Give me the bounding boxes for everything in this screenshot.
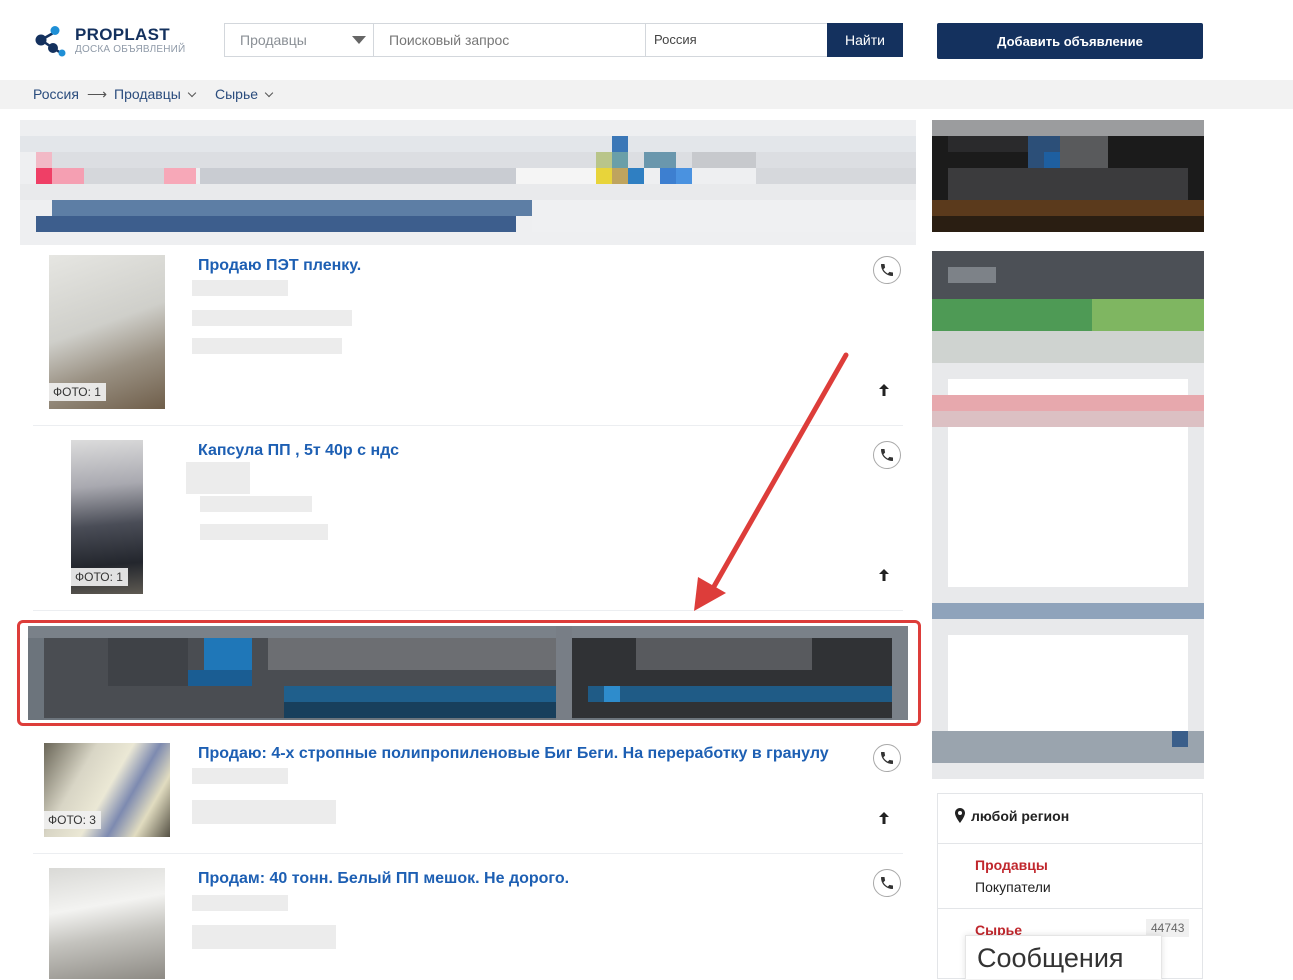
arrow-up-icon[interactable] bbox=[876, 382, 892, 398]
listing-photo[interactable] bbox=[49, 868, 165, 979]
region-filter-link[interactable]: любой регион bbox=[971, 808, 1069, 824]
listing-title-link[interactable]: Капсула ПП , 5т 40р с ндс bbox=[198, 442, 399, 460]
photo-count-badge: ФОТО: 1 bbox=[71, 568, 128, 586]
listing-photo[interactable]: ФОТО: 1 bbox=[71, 440, 143, 594]
divider bbox=[33, 853, 903, 854]
listing-title-link[interactable]: Продаю ПЭТ пленку. bbox=[198, 257, 361, 275]
breadcrumb-raw[interactable]: Сырье bbox=[215, 86, 274, 102]
breadcrumb-arrow-icon: ⟶ bbox=[87, 86, 108, 102]
arrow-up-icon[interactable] bbox=[876, 567, 892, 583]
chevron-down-icon bbox=[264, 88, 274, 98]
logo-subtitle: ДОСКА ОБЪЯВЛЕНИЙ bbox=[75, 44, 186, 55]
category-select-value: Продавцы bbox=[240, 32, 307, 48]
map-pin-icon bbox=[955, 808, 965, 828]
phone-icon[interactable] bbox=[873, 744, 901, 772]
listing-description bbox=[200, 524, 328, 540]
listing-title-link[interactable]: Продам: 40 тонн. Белый ПП мешок. Не доро… bbox=[198, 870, 569, 888]
divider bbox=[937, 908, 1203, 909]
top-banner-ad[interactable] bbox=[20, 120, 916, 245]
breadcrumb-sellers[interactable]: Продавцы bbox=[114, 86, 197, 102]
photo-count-badge: ФОТО: 1 bbox=[49, 383, 106, 401]
phone-icon[interactable] bbox=[873, 441, 901, 469]
listing-description bbox=[192, 310, 352, 326]
breadcrumb-root[interactable]: Россия bbox=[33, 86, 79, 102]
search-input[interactable] bbox=[374, 24, 646, 56]
search-bar: Продавцы Россия Найти bbox=[224, 23, 903, 57]
filter-buyers[interactable]: Покупатели bbox=[975, 879, 1051, 895]
listing-description bbox=[200, 496, 312, 512]
highlight-box bbox=[17, 620, 921, 726]
listing-photo[interactable]: ФОТО: 3 bbox=[44, 743, 170, 837]
breadcrumb-sellers-label: Продавцы bbox=[114, 86, 181, 102]
listing-description bbox=[192, 280, 288, 296]
listing-description bbox=[192, 925, 336, 949]
find-button[interactable]: Найти bbox=[827, 23, 903, 57]
breadcrumb-raw-label: Сырье bbox=[215, 86, 259, 102]
sidebar-ad-tall[interactable] bbox=[932, 251, 1204, 779]
logo-icon[interactable] bbox=[33, 22, 69, 58]
add-listing-button[interactable]: Добавить объявление bbox=[937, 23, 1203, 59]
listing-description bbox=[192, 800, 336, 824]
listing-description bbox=[186, 462, 250, 494]
listing-title-link[interactable]: Продаю: 4-х стропные полипропиленовые Би… bbox=[198, 745, 829, 763]
listing-photo[interactable]: ФОТО: 1 bbox=[49, 255, 165, 409]
messages-widget[interactable]: Сообщения bbox=[965, 935, 1162, 979]
dropdown-arrow-icon bbox=[352, 36, 366, 44]
messages-label: Сообщения bbox=[977, 943, 1124, 973]
filter-sellers[interactable]: Продавцы bbox=[975, 857, 1048, 873]
annotation-arrow-icon bbox=[694, 352, 849, 611]
listing-description bbox=[192, 895, 288, 911]
arrow-up-icon[interactable] bbox=[876, 810, 892, 826]
listing-description bbox=[192, 768, 288, 784]
chevron-down-icon bbox=[187, 88, 197, 98]
sidebar-ad-top[interactable] bbox=[932, 120, 1204, 232]
phone-icon[interactable] bbox=[873, 869, 901, 897]
phone-icon[interactable] bbox=[873, 256, 901, 284]
divider bbox=[937, 843, 1203, 844]
region-field[interactable]: Россия bbox=[646, 24, 827, 56]
logo-title[interactable]: PROPLAST bbox=[75, 25, 170, 45]
category-select[interactable]: Продавцы bbox=[225, 24, 374, 56]
listing-description bbox=[192, 338, 342, 354]
photo-count-badge: ФОТО: 3 bbox=[44, 811, 101, 829]
